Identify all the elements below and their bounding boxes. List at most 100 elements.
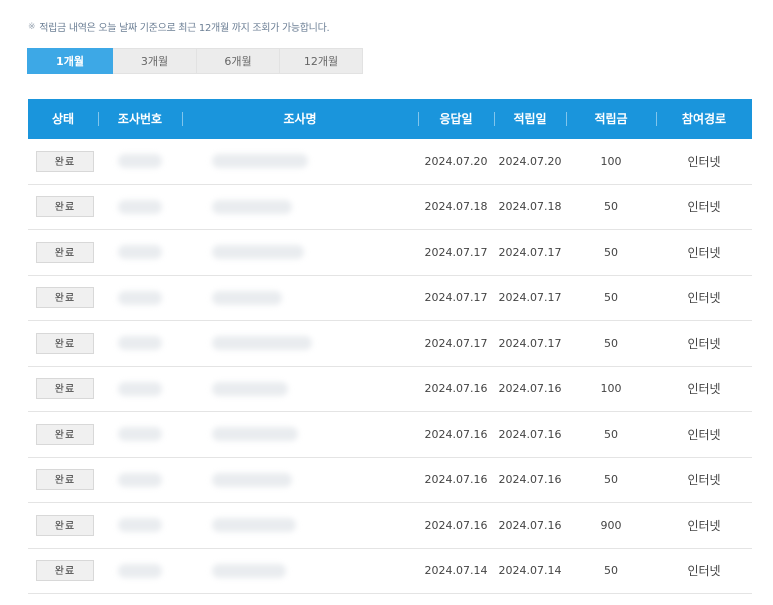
table-row: 완료 2024.07.17 2024.07.17 50 인터넷 [28,321,752,367]
redacted-survey-number [118,472,162,487]
earned-date-cell: 2024.07.16 [498,427,562,441]
redacted-survey-number [118,518,162,533]
period-tabs: 1개월 3개월 6개월 12개월 [27,48,363,74]
earned-date-cell: 2024.07.17 [498,291,562,305]
redacted-survey-name [212,199,292,214]
survey-number-cell [98,154,182,169]
survey-number-cell [98,563,182,578]
survey-number-cell [98,336,182,351]
earned-date-cell: 2024.07.18 [498,200,562,214]
redacted-survey-number [118,336,162,351]
status-cell: 완료 [28,378,98,400]
header-response-date: 응답일 [418,99,494,139]
redacted-survey-name [212,472,292,487]
table-row: 완료 2024.07.18 2024.07.18 50 인터넷 [28,185,752,230]
redacted-survey-name [212,381,288,396]
table-row: 완료 2024.07.16 2024.07.16 900 인터넷 [28,503,752,549]
survey-number-cell [98,427,182,442]
header-survey-name: 조사명 [182,99,418,139]
status-badge[interactable]: 완료 [36,560,94,582]
status-badge[interactable]: 완료 [36,287,94,309]
amount-cell: 50 [604,564,618,578]
table-header: 상태 조사번호 조사명 응답일 적립일 적립금 참여경로 [28,99,752,139]
status-cell: 완료 [28,241,98,263]
route-cell: 인터넷 [687,200,721,215]
amount-cell: 100 [600,382,622,396]
earned-date-cell: 2024.07.16 [498,518,562,532]
redacted-survey-name [212,245,304,260]
redacted-survey-name [212,154,308,169]
route-cell: 인터넷 [687,382,721,397]
status-cell: 완료 [28,469,98,491]
tab-12-months[interactable]: 12개월 [280,48,363,74]
status-badge[interactable]: 완료 [36,241,94,263]
notice-message: 적립금 내역은 오늘 날짜 기준으로 최근 12개월 까지 조회가 가능합니다. [39,23,330,34]
survey-name-cell [182,245,418,260]
redacted-survey-number [118,154,162,169]
survey-name-cell [182,472,418,487]
route-cell: 인터넷 [687,427,721,442]
status-badge[interactable]: 완료 [36,332,94,354]
points-history-table: 상태 조사번호 조사명 응답일 적립일 적립금 참여경로 완료 2024.07.2… [28,99,752,594]
survey-name-cell [182,518,418,533]
amount-cell: 900 [600,518,622,532]
response-date-cell: 2024.07.16 [424,382,488,396]
status-badge[interactable]: 완료 [36,423,94,445]
table-row: 완료 2024.07.17 2024.07.17 50 인터넷 [28,230,752,276]
table-row: 완료 2024.07.20 2024.07.20 100 인터넷 [28,139,752,185]
status-badge[interactable]: 완료 [36,150,94,172]
amount-cell: 50 [604,200,618,214]
response-date-cell: 2024.07.20 [424,154,488,168]
redacted-survey-name [212,518,296,533]
amount-cell: 50 [604,427,618,441]
survey-number-cell [98,381,182,396]
route-cell: 인터넷 [687,518,721,533]
table-row: 완료 2024.07.14 2024.07.14 50 인터넷 [28,549,752,594]
survey-name-cell [182,154,418,169]
status-cell: 완료 [28,150,98,172]
amount-cell: 50 [604,473,618,487]
redacted-survey-number [118,290,162,305]
table-row: 완료 2024.07.17 2024.07.17 50 인터넷 [28,276,752,321]
response-date-cell: 2024.07.16 [424,427,488,441]
survey-name-cell [182,199,418,214]
survey-name-cell [182,427,418,442]
amount-cell: 50 [604,245,618,259]
status-cell: 완료 [28,560,98,582]
status-badge[interactable]: 완료 [36,514,94,536]
route-cell: 인터넷 [687,336,721,351]
earned-date-cell: 2024.07.14 [498,564,562,578]
redacted-survey-name [212,563,286,578]
route-cell: 인터넷 [687,564,721,579]
survey-name-cell [182,290,418,305]
route-cell: 인터넷 [687,245,721,260]
amount-cell: 50 [604,336,618,350]
earned-date-cell: 2024.07.17 [498,336,562,350]
survey-number-cell [98,290,182,305]
survey-number-cell [98,245,182,260]
status-cell: 완료 [28,423,98,445]
table-body: 완료 2024.07.20 2024.07.20 100 인터넷 완료 2024.07.18… [28,139,752,594]
route-cell: 인터넷 [687,473,721,488]
amount-cell: 100 [600,154,622,168]
redacted-survey-name [212,336,312,351]
status-badge[interactable]: 완료 [36,469,94,491]
status-cell: 완료 [28,287,98,309]
redacted-survey-number [118,381,162,396]
tab-6-months[interactable]: 6개월 [197,48,280,74]
survey-name-cell [182,381,418,396]
tab-1-month[interactable]: 1개월 [27,48,113,74]
status-badge[interactable]: 완료 [36,378,94,400]
header-route: 참여경로 [656,99,752,139]
notice-mark: ※ [28,21,36,32]
route-cell: 인터넷 [687,291,721,306]
table-row: 완료 2024.07.16 2024.07.16 50 인터넷 [28,458,752,503]
earned-date-cell: 2024.07.17 [498,245,562,259]
table-row: 완료 2024.07.16 2024.07.16 100 인터넷 [28,367,752,412]
tab-3-months[interactable]: 3개월 [113,48,197,74]
status-badge[interactable]: 완료 [36,196,94,218]
redacted-survey-number [118,199,162,214]
survey-name-cell [182,336,418,351]
table-row: 완료 2024.07.16 2024.07.16 50 인터넷 [28,412,752,458]
amount-cell: 50 [604,291,618,305]
